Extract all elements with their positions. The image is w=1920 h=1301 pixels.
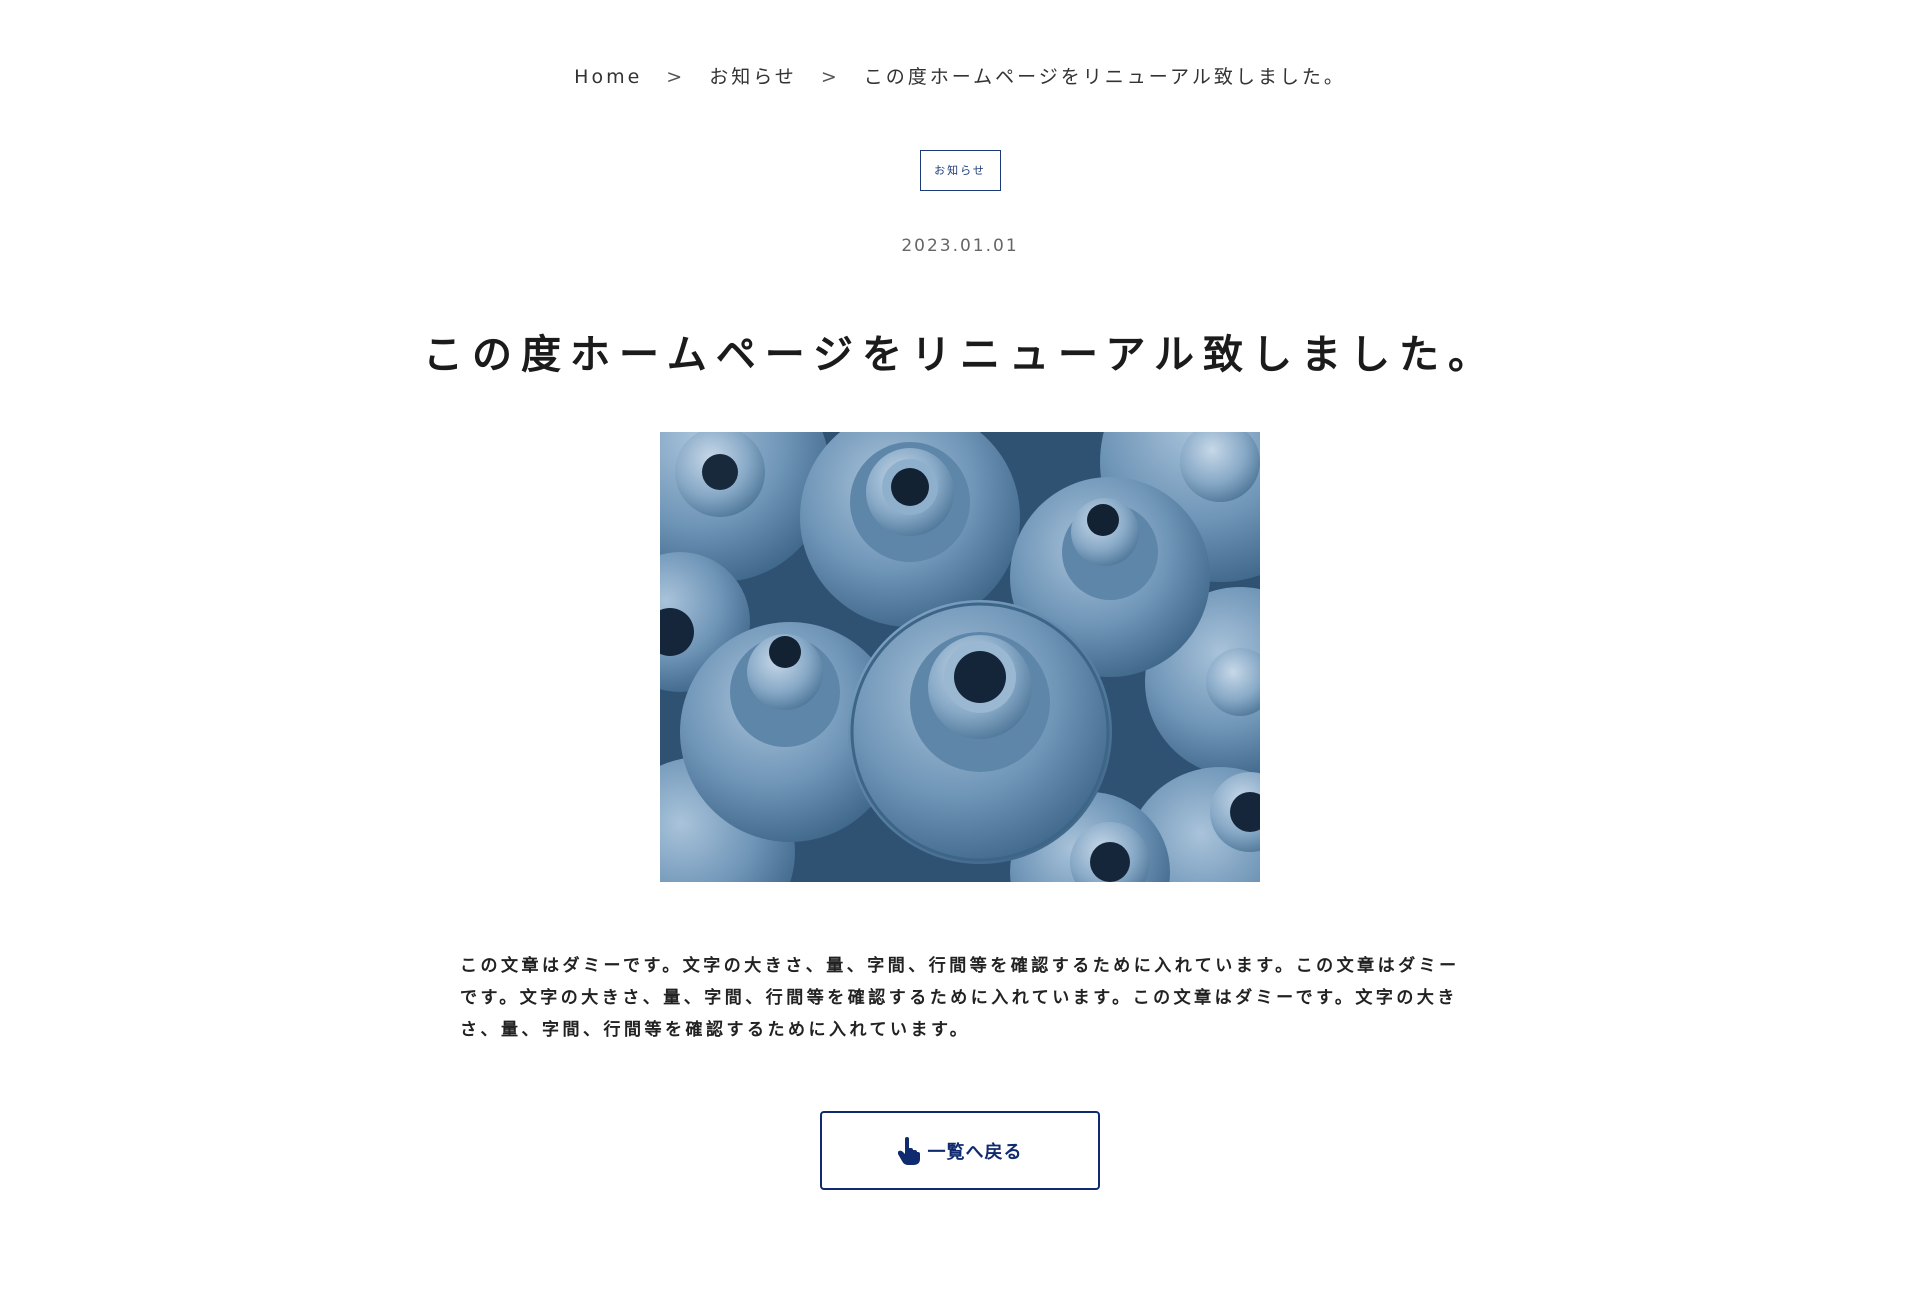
back-button-label: 一覧へ戻る bbox=[927, 1141, 1023, 1163]
post-image bbox=[660, 432, 1260, 882]
breadcrumb-current: この度ホームページをリニューアル致しました。 bbox=[863, 66, 1346, 88]
breadcrumb-separator: > bbox=[820, 66, 840, 88]
back-to-list-button[interactable]: 一覧へ戻る bbox=[820, 1111, 1100, 1190]
pointing-hand-icon bbox=[897, 1136, 920, 1165]
news-detail-page: Home > お知らせ > この度ホームページをリニューアル致しました。 お知らせ 20… bbox=[0, 0, 1920, 1301]
breadcrumb-home-link[interactable]: Home bbox=[574, 66, 642, 88]
breadcrumb-separator: > bbox=[666, 66, 686, 88]
industrial-metal-parts-icon bbox=[660, 432, 1260, 882]
post-title: この度ホームページをリニューアル致しました。 bbox=[423, 332, 1497, 378]
post-body: この文章はダミーです。文字の大きさ、量、字間、行間等を確認するために入れています… bbox=[460, 956, 1460, 1040]
category-container: お知らせ bbox=[0, 150, 1920, 191]
category-badge[interactable]: お知らせ bbox=[919, 150, 1001, 191]
breadcrumb-news-link[interactable]: お知らせ bbox=[709, 66, 797, 88]
post-date: 2023.01.01 bbox=[901, 236, 1019, 256]
breadcrumb: Home > お知らせ > この度ホームページをリニューアル致しました。 bbox=[0, 62, 1920, 89]
